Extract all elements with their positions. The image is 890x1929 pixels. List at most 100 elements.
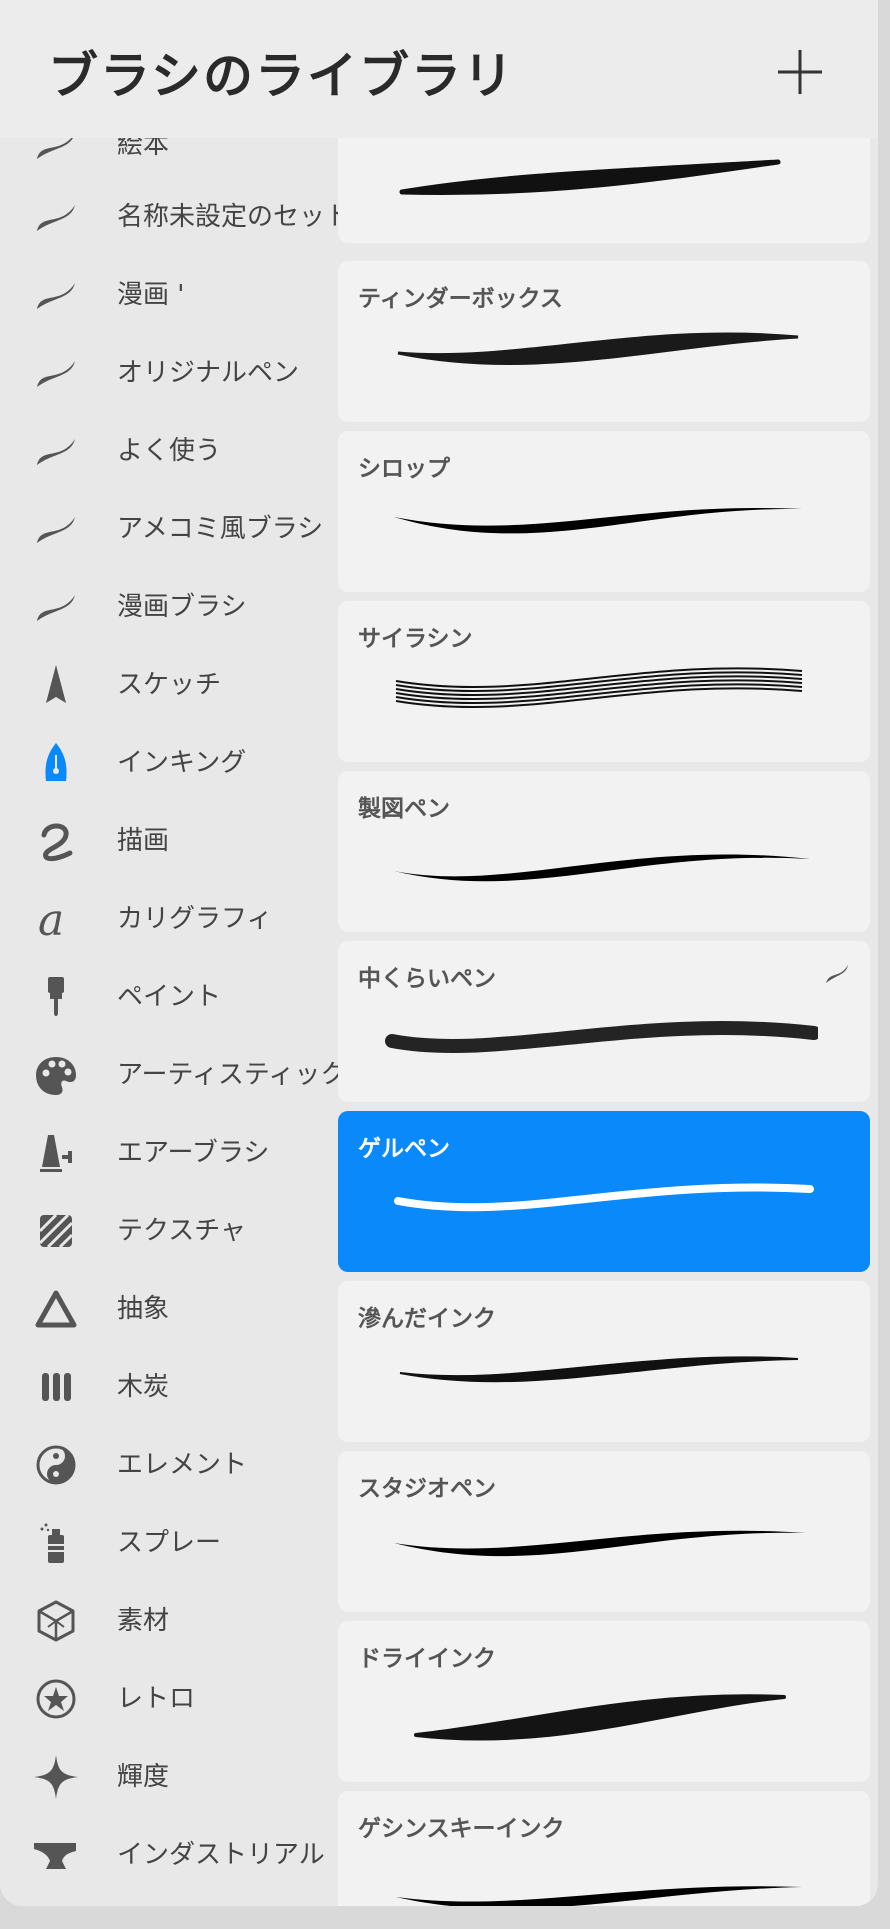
sidebar-item-sketch[interactable]: スケッチ	[0, 646, 338, 724]
brush-name: スタジオペン	[358, 1476, 496, 1502]
brush-stroke-icon	[28, 429, 84, 473]
brush-stroke-preview	[394, 507, 802, 534]
brush-list: ティンダーボックス シロップ サイラシン 製図ペン 中くらいペン ゲルペン 滲ん…	[338, 138, 870, 1906]
brush-name: サイラシン	[358, 626, 473, 652]
brush-stroke-preview	[397, 332, 799, 365]
sidebar-item-manga-brush[interactable]: 漫画ブラシ	[0, 568, 338, 646]
brush-card[interactable]: ティンダーボックス	[338, 261, 870, 422]
sidebar-item-inking[interactable]: インキング	[0, 724, 338, 802]
sidebar-item-artistic[interactable]: アーティスティック	[0, 1036, 338, 1114]
texture-hatch-icon	[28, 1209, 84, 1253]
brush-stroke-preview	[394, 854, 810, 882]
sidebar-item-retro[interactable]: レトロ	[0, 1660, 338, 1738]
sidebar-item-paint[interactable]: ペイント	[0, 958, 338, 1036]
brush-card[interactable]: スタジオペン	[338, 1451, 870, 1612]
sidebar-item-original-pen[interactable]: オリジナルペン	[0, 334, 338, 412]
sidebar-item-label: インキング	[117, 748, 247, 778]
brush-name: ゲシンスキーインク	[358, 1816, 565, 1842]
sparkle-icon	[28, 1755, 84, 1799]
sidebar-item-manga-prime[interactable]: 漫画 '	[0, 256, 338, 334]
sidebar-item-label: ペイント	[117, 982, 222, 1012]
sidebar-item-label: 絵本	[117, 138, 170, 160]
brush-stroke-preview	[414, 1694, 786, 1741]
brush-card[interactable]: 中くらいペン	[338, 941, 870, 1102]
sidebar-item-spray[interactable]: スプレー	[0, 1504, 338, 1582]
spray-can-icon	[28, 1521, 84, 1565]
pencil-tip-icon	[28, 663, 84, 707]
sidebar-item-industrial[interactable]: インダストリアル	[0, 1816, 338, 1894]
sidebar-item-drawing[interactable]: 描画	[0, 802, 338, 880]
imported-brush-icon	[826, 965, 848, 983]
add-brush-set-icon[interactable]	[772, 44, 828, 100]
brush-card[interactable]: ゲシンスキーインク	[338, 1791, 870, 1906]
brush-card[interactable]: 製図ペン	[338, 771, 870, 932]
sidebar-item-label: 漫画 '	[117, 280, 185, 310]
sidebar-item-texture[interactable]: テクスチャ	[0, 1192, 338, 1270]
brush-stroke-preview	[385, 1021, 818, 1053]
brush-card[interactable]: サイラシン	[338, 601, 870, 762]
brush-name: ティンダーボックス	[358, 286, 563, 312]
star-circle-icon	[28, 1677, 84, 1721]
brush-set-sidebar: 絵本 名称未設定のセット 漫画 ' オリジナルペン よく使う アメコミ風ブラシ …	[0, 138, 338, 1906]
brush-card[interactable]: ドライインク	[338, 1621, 870, 1782]
brush-stroke-preview	[399, 1356, 799, 1383]
sidebar-item-label: 描画	[117, 826, 170, 856]
sidebar-item-label: 抽象	[117, 1294, 170, 1324]
brush-name: 製図ペン	[358, 796, 450, 822]
sidebar-item-elements[interactable]: エレメント	[0, 1426, 338, 1504]
sidebar-item-luminance[interactable]: 輝度	[0, 1738, 338, 1816]
airbrush-icon	[28, 1131, 84, 1175]
sidebar-item-label: インダストリアル	[117, 1840, 325, 1870]
sidebar-item-charcoal[interactable]: 木炭	[0, 1348, 338, 1426]
cube-icon	[28, 1599, 84, 1643]
brush-stroke-preview	[399, 159, 781, 196]
fountain-pen-icon	[28, 741, 84, 785]
sidebar-item-calligraphy[interactable]: a カリグラフィ	[0, 880, 338, 958]
yin-yang-icon	[28, 1443, 84, 1487]
brush-stroke-icon	[28, 273, 84, 317]
sidebar-item-label: オリジナルペン	[117, 358, 300, 388]
brush-name: シロップ	[358, 456, 450, 482]
sidebar-item-airbrush[interactable]: エアーブラシ	[0, 1114, 338, 1192]
palette-icon	[28, 1053, 84, 1097]
charcoal-sticks-icon	[28, 1365, 84, 1409]
sidebar-item-label: スケッチ	[117, 670, 222, 700]
sidebar-item-label: アメコミ風ブラシ	[117, 514, 324, 544]
brush-name: 中くらいペン	[358, 966, 496, 992]
brush-stroke-icon	[28, 507, 84, 551]
sidebar-item-label: 名称未設定のセット	[117, 202, 338, 232]
brush-name: ドライインク	[358, 1646, 496, 1672]
brush-name: ゲルペン	[358, 1136, 450, 1162]
sidebar-item-label: エアーブラシ	[117, 1138, 270, 1168]
sidebar-item-untitled-set[interactable]: 名称未設定のセット	[0, 178, 338, 256]
brush-card[interactable]: シロップ	[338, 431, 870, 592]
sidebar-item-label: 素材	[117, 1606, 170, 1636]
sidebar-item-label: カリグラフィ	[117, 904, 273, 934]
brush-stroke-preview	[395, 667, 803, 709]
paintbrush-icon	[28, 975, 84, 1019]
svg-text:a: a	[38, 897, 64, 941]
brush-card[interactable]: 滲んだインク	[338, 1281, 870, 1442]
sidebar-item-label: 漫画ブラシ	[117, 592, 247, 622]
sidebar-item-label: スプレー	[117, 1528, 222, 1558]
sidebar-item-label: テクスチャ	[117, 1216, 246, 1246]
brush-stroke-icon	[28, 585, 84, 629]
sidebar-item-label: 輝度	[117, 1762, 170, 1792]
sidebar-item-label: エレメント	[117, 1450, 248, 1480]
sidebar-item-materials[interactable]: 素材	[0, 1582, 338, 1660]
brush-card-selected[interactable]: ゲルペン	[338, 1111, 870, 1272]
triangle-icon	[28, 1287, 84, 1331]
sidebar-item-american-comic[interactable]: アメコミ風ブラシ	[0, 490, 338, 568]
sidebar-item-abstract[interactable]: 抽象	[0, 1270, 338, 1348]
sidebar-item-label: レトロ	[117, 1684, 196, 1714]
brush-stroke-icon	[28, 195, 84, 239]
brush-stroke-preview	[396, 1886, 802, 1906]
page-title: ブラシのライブラリ	[48, 47, 515, 105]
brush-card[interactable]	[338, 138, 870, 243]
brush-stroke-icon	[28, 351, 84, 395]
sidebar-item-label: 木炭	[117, 1372, 170, 1402]
anvil-icon	[28, 1833, 84, 1877]
calligraphy-a-icon: a	[28, 897, 84, 941]
sidebar-item-favorites[interactable]: よく使う	[0, 412, 338, 490]
sidebar-item-label: よく使う	[117, 436, 222, 466]
